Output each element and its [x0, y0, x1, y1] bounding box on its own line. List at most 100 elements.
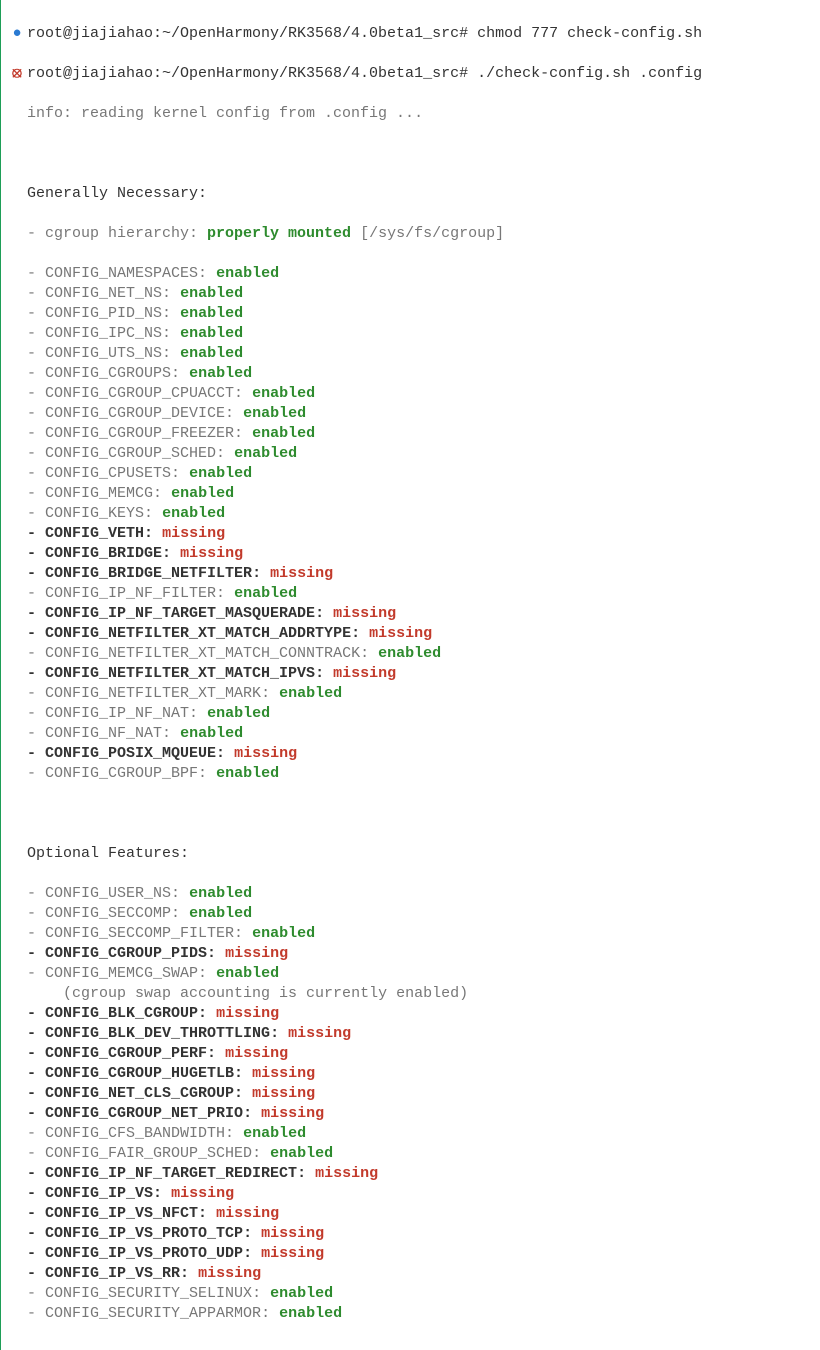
config-status: enabled: [243, 405, 306, 422]
config-line: - CONFIG_NAMESPACES: enabled: [7, 264, 814, 284]
config-name: CONFIG_NETFILTER_XT_MATCH_ADDRTYPE: [45, 625, 351, 642]
config-status: enabled: [279, 685, 342, 702]
config-status: enabled: [234, 585, 297, 602]
config-name: CONFIG_SECCOMP: [45, 905, 171, 922]
config-name: CONFIG_POSIX_MQUEUE: [45, 745, 216, 762]
config-note-line: (cgroup swap accounting is currently ena…: [7, 984, 814, 1004]
config-name: CONFIG_IP_NF_TARGET_REDIRECT: [45, 1165, 297, 1182]
config-name: CONFIG_CGROUP_DEVICE: [45, 405, 225, 422]
config-line: - CONFIG_NF_NAT: enabled: [7, 724, 814, 744]
config-name: CONFIG_BRIDGE: [45, 545, 162, 562]
config-name: CONFIG_MEMCG: [45, 485, 153, 502]
config-line: - CONFIG_BRIDGE: missing: [7, 544, 814, 564]
config-status: enabled: [270, 1285, 333, 1302]
info-line: info: reading kernel config from .config…: [7, 104, 814, 124]
config-name: CONFIG_SECCOMP_FILTER: [45, 925, 234, 942]
section-optional-title: Optional Features:: [7, 844, 814, 864]
config-line: - CONFIG_CGROUP_DEVICE: enabled: [7, 404, 814, 424]
config-status: enabled: [189, 465, 252, 482]
config-status: missing: [171, 1185, 234, 1202]
config-name: CONFIG_PID_NS: [45, 305, 162, 322]
config-name: CONFIG_CGROUP_FREEZER: [45, 425, 234, 442]
config-status: missing: [225, 1045, 288, 1062]
config-line: - CONFIG_PID_NS: enabled: [7, 304, 814, 324]
config-name: CONFIG_NET_NS: [45, 285, 162, 302]
config-line: - CONFIG_CGROUP_PIDS: missing: [7, 944, 814, 964]
config-line: - CONFIG_BRIDGE_NETFILTER: missing: [7, 564, 814, 584]
config-line: - CONFIG_IP_NF_TARGET_REDIRECT: missing: [7, 1164, 814, 1184]
config-line: - CONFIG_CGROUP_SCHED: enabled: [7, 444, 814, 464]
config-status: enabled: [189, 885, 252, 902]
config-line: - CONFIG_IP_VS_PROTO_UDP: missing: [7, 1244, 814, 1264]
config-status: missing: [216, 1005, 279, 1022]
config-name: CONFIG_SECURITY_APPARMOR: [45, 1305, 261, 1322]
config-name: CONFIG_FAIR_GROUP_SCHED: [45, 1145, 252, 1162]
config-status: missing: [252, 1065, 315, 1082]
config-line: - CONFIG_MEMCG_SWAP: enabled: [7, 964, 814, 984]
config-note: (cgroup swap accounting is currently ena…: [63, 985, 468, 1002]
config-line: - CONFIG_FAIR_GROUP_SCHED: enabled: [7, 1144, 814, 1164]
config-name: CONFIG_NET_CLS_CGROUP: [45, 1085, 234, 1102]
config-name: CONFIG_NETFILTER_XT_MATCH_CONNTRACK: [45, 645, 360, 662]
prompt-line-1: ●root@jiajiahao:~/OpenHarmony/RK3568/4.0…: [7, 24, 814, 44]
config-status: missing: [369, 625, 432, 642]
config-status: enabled: [252, 385, 315, 402]
config-status: missing: [225, 945, 288, 962]
config-line: - CONFIG_IP_NF_NAT: enabled: [7, 704, 814, 724]
config-name: CONFIG_IP_NF_TARGET_MASQUERADE: [45, 605, 315, 622]
config-name: CONFIG_CGROUP_PIDS: [45, 945, 207, 962]
config-status: enabled: [189, 365, 252, 382]
config-name: CONFIG_CGROUP_SCHED: [45, 445, 216, 462]
config-line: - CONFIG_CGROUP_HUGETLB: missing: [7, 1064, 814, 1084]
config-line: - CONFIG_SECURITY_SELINUX: enabled: [7, 1284, 814, 1304]
config-line: - CONFIG_NET_NS: enabled: [7, 284, 814, 304]
config-name: CONFIG_BLK_DEV_THROTTLING: [45, 1025, 270, 1042]
config-status: missing: [162, 525, 225, 542]
config-status: enabled: [216, 965, 279, 982]
config-status: enabled: [216, 265, 279, 282]
config-name: CONFIG_CPUSETS: [45, 465, 171, 482]
config-name: CONFIG_NAMESPACES: [45, 265, 198, 282]
prompt-1-command: chmod 777 check-config.sh: [477, 25, 702, 42]
config-name: CONFIG_IP_VS_RR: [45, 1265, 180, 1282]
config-name: CONFIG_CFS_BANDWIDTH: [45, 1125, 225, 1142]
section-generally-title: Generally Necessary:: [7, 184, 814, 204]
config-line: - CONFIG_BLK_DEV_THROTTLING: missing: [7, 1024, 814, 1044]
config-status: enabled: [252, 925, 315, 942]
config-status: enabled: [216, 765, 279, 782]
config-line: - CONFIG_NET_CLS_CGROUP: missing: [7, 1084, 814, 1104]
config-status: missing: [315, 1165, 378, 1182]
config-line: - CONFIG_CGROUP_CPUACCT: enabled: [7, 384, 814, 404]
config-status: enabled: [243, 1125, 306, 1142]
config-status: missing: [234, 745, 297, 762]
config-status: missing: [288, 1025, 351, 1042]
config-line: - CONFIG_SECURITY_APPARMOR: enabled: [7, 1304, 814, 1324]
config-line: - CONFIG_CGROUP_NET_PRIO: missing: [7, 1104, 814, 1124]
config-name: CONFIG_IP_VS: [45, 1185, 153, 1202]
config-line: - CONFIG_CPUSETS: enabled: [7, 464, 814, 484]
config-name: CONFIG_IP_VS_PROTO_UDP: [45, 1245, 243, 1262]
config-name: CONFIG_CGROUP_PERF: [45, 1045, 207, 1062]
config-status: missing: [180, 545, 243, 562]
config-name: CONFIG_NF_NAT: [45, 725, 162, 742]
config-status: missing: [261, 1245, 324, 1262]
prompt-2-command: ./check-config.sh .config: [477, 65, 702, 82]
config-name: CONFIG_BLK_CGROUP: [45, 1005, 198, 1022]
config-name: CONFIG_USER_NS: [45, 885, 171, 902]
config-status: enabled: [234, 445, 297, 462]
config-line: - CONFIG_CGROUP_PERF: missing: [7, 1044, 814, 1064]
config-name: CONFIG_UTS_NS: [45, 345, 162, 362]
config-name: CONFIG_KEYS: [45, 505, 144, 522]
config-name: CONFIG_BRIDGE_NETFILTER: [45, 565, 252, 582]
config-status: enabled: [180, 285, 243, 302]
config-line: - CONFIG_IP_VS_NFCT: missing: [7, 1204, 814, 1224]
config-line: - CONFIG_NETFILTER_XT_MATCH_ADDRTYPE: mi…: [7, 624, 814, 644]
config-line: - CONFIG_CGROUP_FREEZER: enabled: [7, 424, 814, 444]
config-status: enabled: [180, 725, 243, 742]
config-status: missing: [270, 565, 333, 582]
terminal-output: ●root@jiajiahao:~/OpenHarmony/RK3568/4.0…: [0, 0, 820, 1350]
config-status: enabled: [279, 1305, 342, 1322]
config-line: - CONFIG_CGROUPS: enabled: [7, 364, 814, 384]
cgroup-hierarchy-line: - cgroup hierarchy: properly mounted [/s…: [7, 224, 814, 244]
config-name: CONFIG_SECURITY_SELINUX: [45, 1285, 252, 1302]
